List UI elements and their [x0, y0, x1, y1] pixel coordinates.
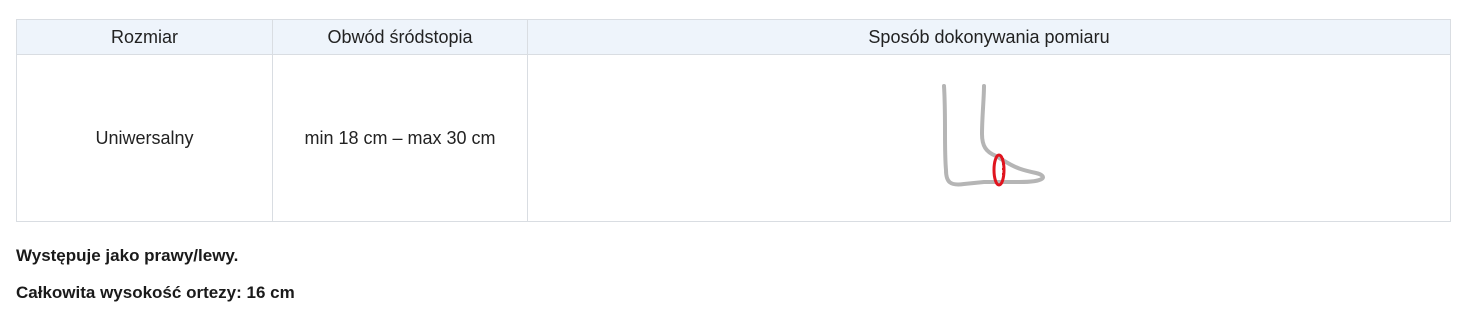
foot-measurement-icon	[942, 84, 1046, 187]
table-row: Uniwersalny min 18 cm – max 30 cm	[16, 54, 1451, 222]
table-header-row: Rozmiar Obwód śródstopia Sposób dokonywa…	[16, 19, 1451, 55]
header-measurement-method: Sposób dokonywania pomiaru	[527, 19, 1451, 55]
header-circumference: Obwód śródstopia	[272, 19, 528, 55]
side-availability-note: Występuje jako prawy/lewy.	[16, 246, 239, 265]
cell-circumference: min 18 cm – max 30 cm	[272, 54, 528, 222]
cell-measurement-illustration	[527, 54, 1451, 222]
size-table: Rozmiar Obwód śródstopia Sposób dokonywa…	[16, 19, 1451, 222]
cell-size: Uniwersalny	[16, 54, 273, 222]
orthosis-height-note: Całkowita wysokość ortezy: 16 cm	[16, 283, 295, 302]
header-size: Rozmiar	[16, 19, 273, 55]
